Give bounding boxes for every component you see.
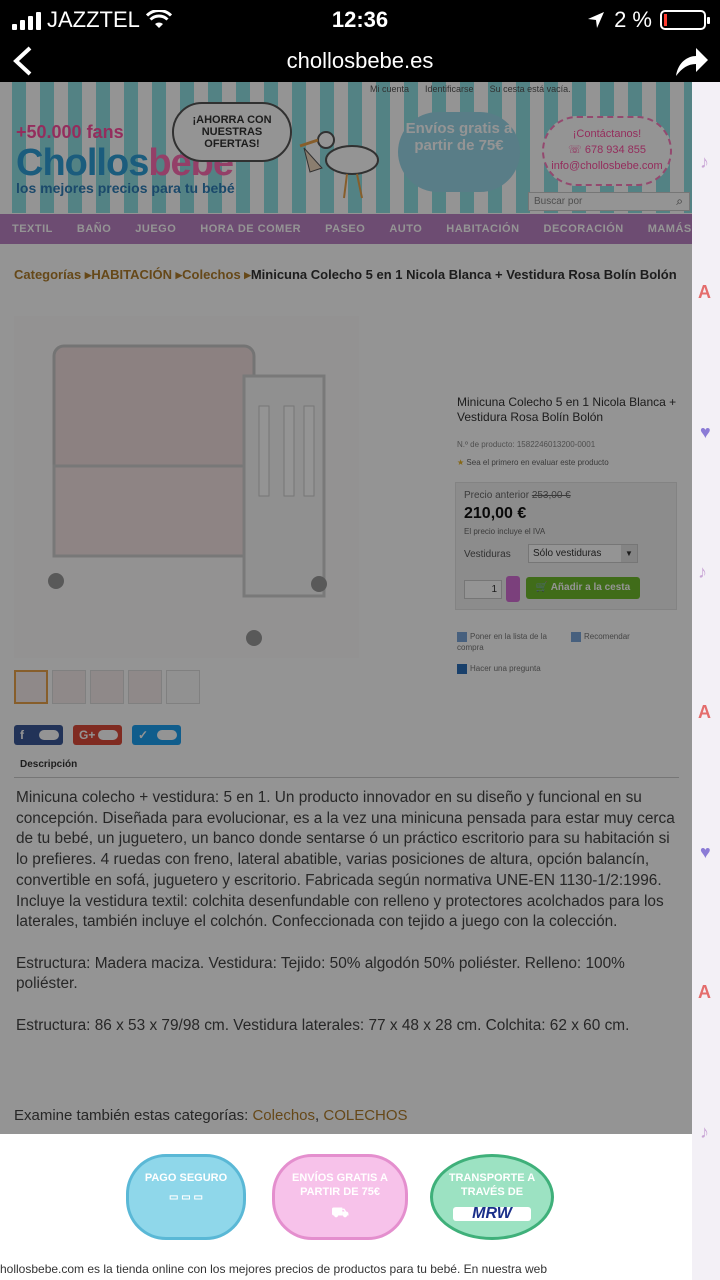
trust-badges: PAGO SEGURO ▭ ▭ ▭ ENVÍOS GRATIS A PARTIR… [0, 1134, 692, 1280]
status-bar: JAZZTEL 12:36 2 % [0, 0, 720, 40]
free-shipping-badge: ENVÍOS GRATIS A PARTIR DE 75€ ⛟ [272, 1154, 408, 1240]
side-pattern: ♪ A ♥ ♪ A ♥ A ♪ [692, 82, 720, 1280]
location-arrow-icon [588, 12, 605, 28]
web-page: ♪ A ♥ ♪ A ♥ A ♪ Mi cuenta Identificarse … [0, 82, 720, 1280]
secure-payment-label: PAGO SEGURO [144, 1172, 228, 1184]
browser-nav: chollosbebe.es [0, 40, 720, 82]
card-icons: ▭ ▭ ▭ [169, 1192, 203, 1203]
back-button[interactable] [10, 40, 40, 82]
carrier-name: JAZZTEL [47, 7, 140, 32]
wifi-icon [145, 10, 172, 28]
share-arrow-icon [676, 48, 708, 76]
signal-icon [12, 10, 41, 30]
mrw-logo: MRW [453, 1206, 531, 1222]
mrw-title: TRANSPORTE A TRAVÉS DE [448, 1172, 536, 1198]
chevron-left-icon [13, 46, 32, 76]
carrier: JAZZTEL [12, 7, 172, 33]
mrw-badge: TRANSPORTE A TRAVÉS DE MRW [430, 1154, 554, 1240]
dim-overlay [0, 82, 692, 1134]
footer-text: hollosbebe.com es la tienda online con l… [0, 1262, 548, 1276]
url-domain: chollosbebe.es [286, 48, 434, 73]
free-shipping-label: ENVÍOS GRATIS A PARTIR DE 75€ [292, 1172, 388, 1198]
battery-percent: 2 % [614, 7, 652, 32]
battery-icon [660, 10, 710, 30]
share-button[interactable] [674, 44, 710, 78]
secure-payment-badge: PAGO SEGURO ▭ ▭ ▭ [126, 1154, 246, 1240]
truck-icon: ⛟ [331, 1204, 349, 1220]
